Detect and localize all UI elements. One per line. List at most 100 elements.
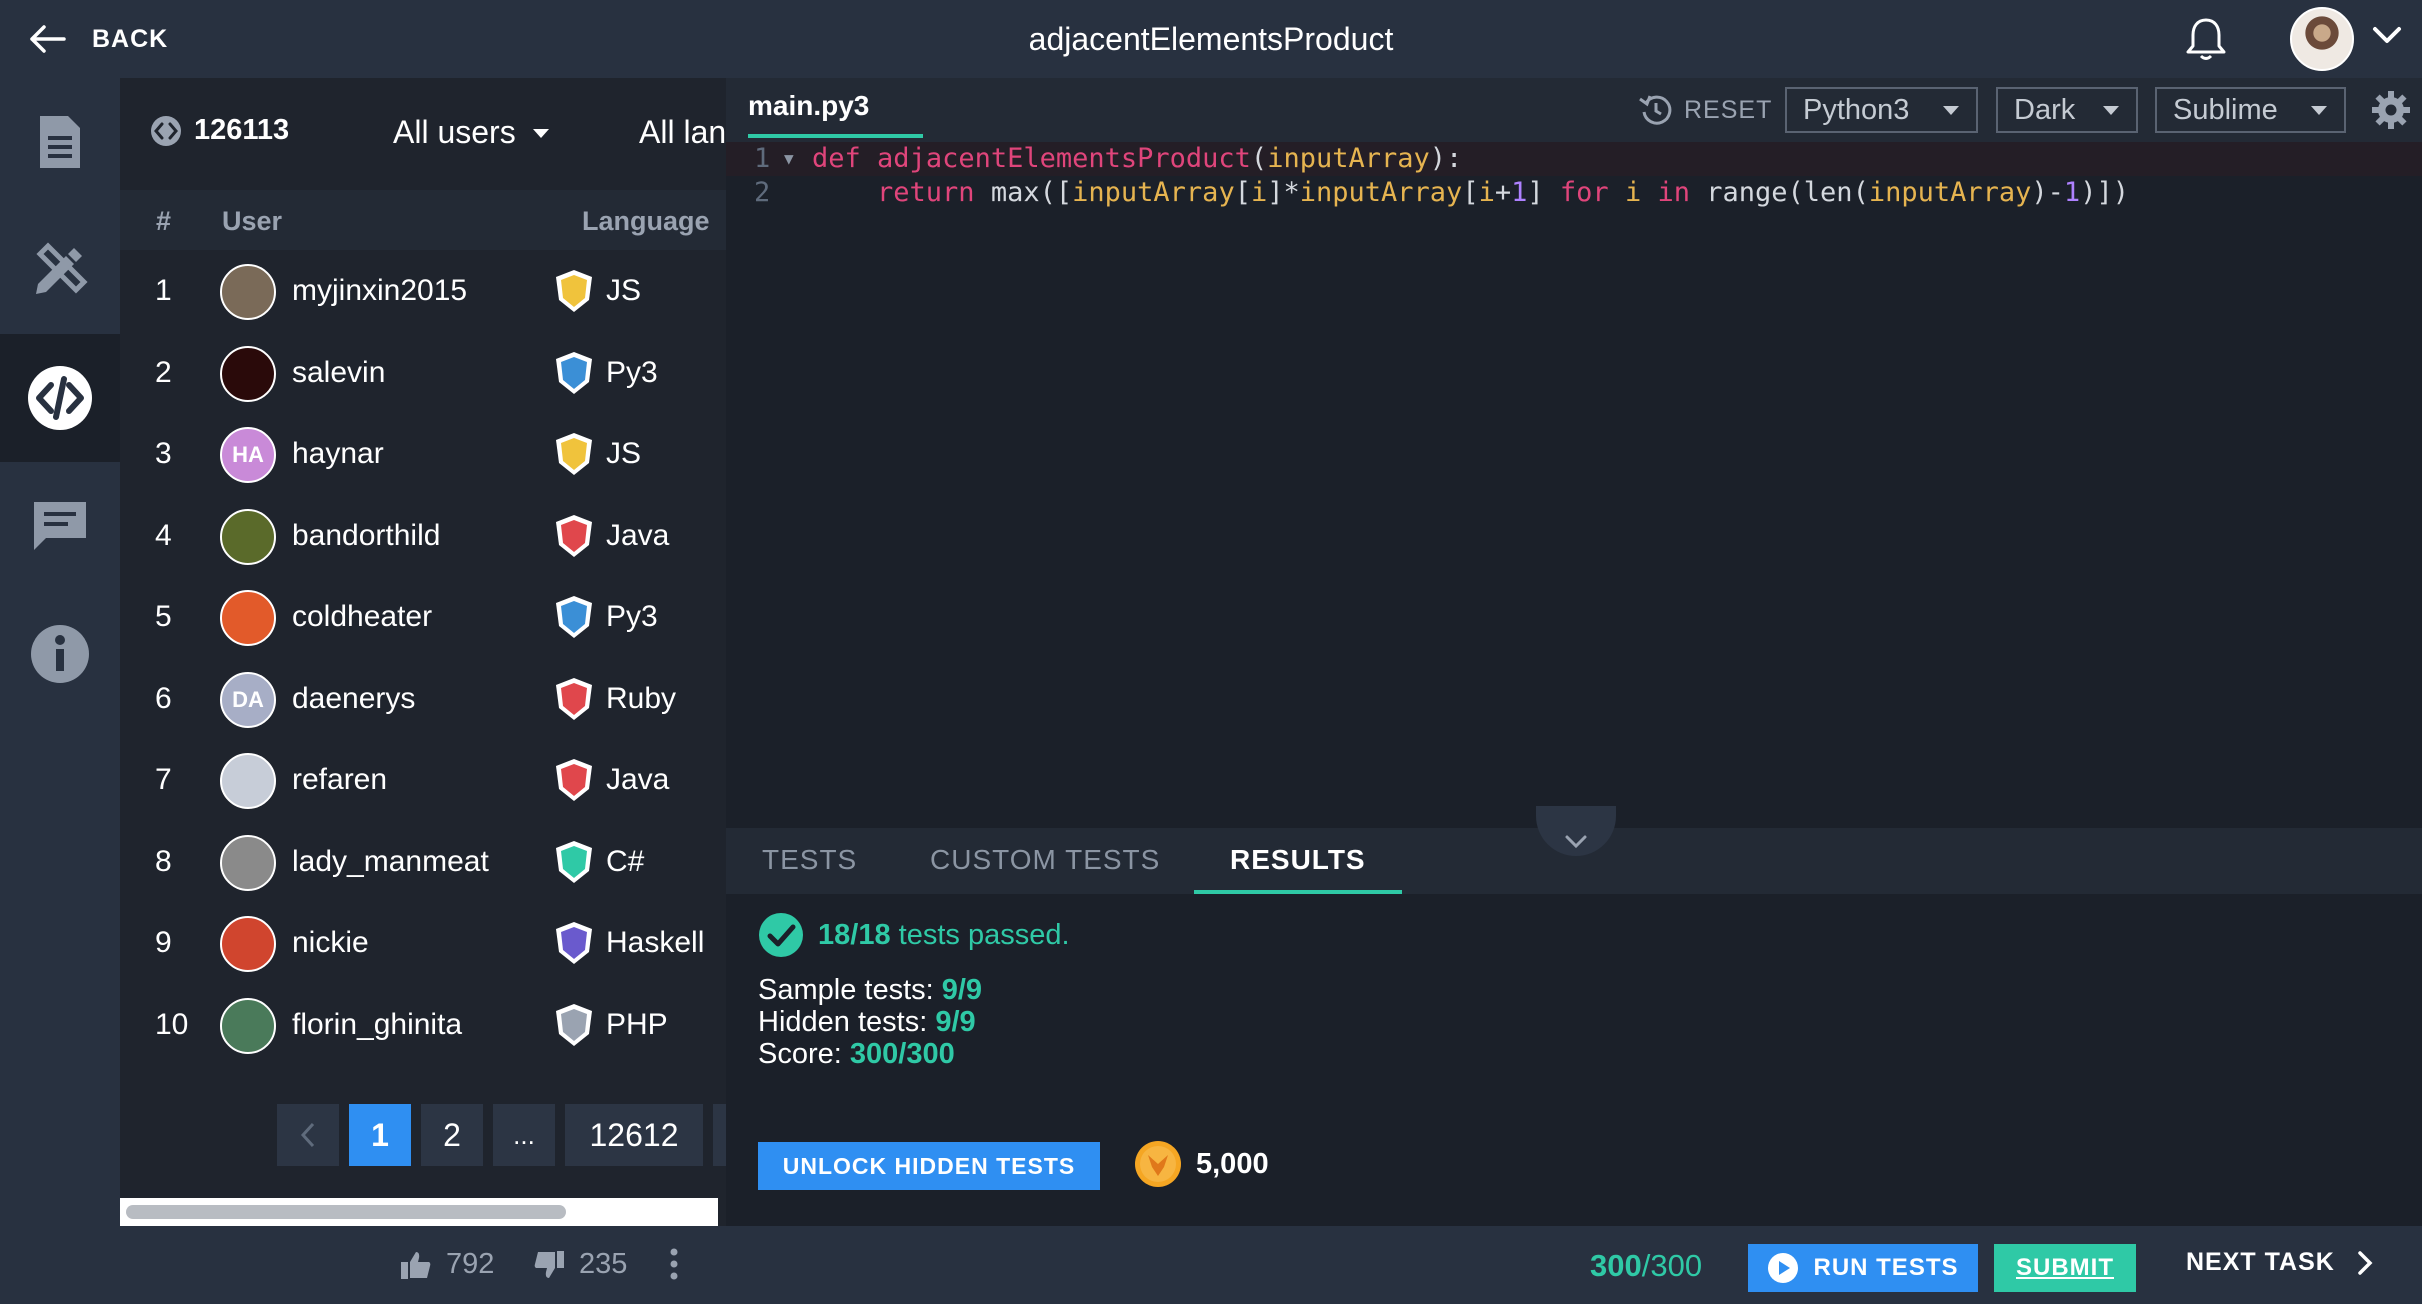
user-avatar[interactable] bbox=[220, 508, 276, 565]
user-name[interactable]: coldheater bbox=[292, 600, 432, 634]
bell-icon[interactable] bbox=[2185, 16, 2227, 67]
submit-button[interactable]: SUBMIT bbox=[1994, 1244, 2136, 1292]
leaderboard-columns: # User Language bbox=[120, 190, 726, 250]
user-name[interactable]: myjinxin2015 bbox=[292, 274, 467, 308]
user-avatar[interactable] bbox=[220, 753, 276, 809]
code-line[interactable]: 1 ▼ def adjacentElementsProduct(inputArr… bbox=[726, 142, 2422, 176]
page-title: adjacentElementsProduct bbox=[1028, 21, 1394, 57]
run-tests-label: RUN TESTS bbox=[1813, 1254, 1959, 1281]
leaderboard-row[interactable]: 5 coldheater Py3 bbox=[120, 576, 726, 660]
user-avatar[interactable] bbox=[220, 834, 276, 891]
back-button[interactable]: BACK bbox=[28, 0, 168, 78]
line-number: 2 bbox=[754, 177, 771, 208]
user-name[interactable]: refaren bbox=[292, 763, 387, 797]
user-avatar[interactable] bbox=[220, 345, 276, 402]
tab-custom-tests[interactable]: CUSTOM TESTS bbox=[930, 844, 1160, 890]
language-name: JS bbox=[606, 274, 642, 307]
user-name[interactable]: haynar bbox=[292, 437, 384, 471]
user-avatar[interactable] bbox=[220, 997, 276, 1054]
reset-icon bbox=[1639, 95, 1672, 125]
results-panel: TESTS CUSTOM TESTS RESULTS 18/18 tests p… bbox=[726, 806, 2422, 1226]
horizontal-scrollbar[interactable] bbox=[120, 1198, 718, 1226]
language-name: C# bbox=[606, 844, 645, 878]
rail-description[interactable] bbox=[0, 78, 120, 206]
settings-gear-icon[interactable] bbox=[2371, 90, 2411, 135]
rail-code[interactable] bbox=[0, 334, 120, 462]
code-area[interactable]: 1 ▼ def adjacentElementsProduct(inputArr… bbox=[726, 142, 2422, 210]
user-name[interactable]: florin_ghinita bbox=[292, 1008, 462, 1042]
languages-filter-dropdown[interactable]: All languages bbox=[639, 114, 726, 151]
leaderboard-row[interactable]: 8 lady_manmeat C# bbox=[120, 821, 726, 905]
passed-text: tests passed. bbox=[898, 918, 1070, 951]
chevron-left-icon bbox=[300, 1122, 315, 1148]
row-rank: 3 bbox=[155, 437, 172, 470]
chevron-down-icon bbox=[1565, 835, 1587, 849]
row-rank: 6 bbox=[155, 681, 172, 715]
language-badge-icon bbox=[553, 268, 595, 319]
next-page-button[interactable] bbox=[713, 1104, 726, 1166]
prev-page-button[interactable] bbox=[277, 1104, 339, 1166]
comment-icon bbox=[34, 502, 86, 550]
user-name[interactable]: nickie bbox=[292, 926, 369, 960]
collapse-panel-button[interactable] bbox=[1536, 806, 1616, 856]
score-earned: 300 bbox=[1590, 1248, 1642, 1283]
code-line[interactable]: 2 return max([inputArray[i]*inputArray[i… bbox=[726, 176, 2422, 210]
leaderboard-row[interactable]: 3 HA haynar JS bbox=[120, 413, 726, 497]
sample-tests-value: 9/9 bbox=[941, 974, 983, 1006]
page-ellipsis[interactable]: ... bbox=[493, 1104, 555, 1166]
leaderboard-row[interactable]: 2 salevin Py3 bbox=[120, 332, 726, 416]
column-rank: # bbox=[156, 206, 172, 236]
user-name[interactable]: daenerys bbox=[292, 682, 415, 716]
line-number: 1 bbox=[754, 143, 771, 174]
user-avatar[interactable] bbox=[220, 264, 276, 320]
leaderboard-row[interactable]: 4 bandorthild Java bbox=[120, 495, 726, 579]
theme-select[interactable]: Dark bbox=[1996, 87, 2138, 133]
language-select-value: Python3 bbox=[1803, 93, 1910, 126]
rail-comments[interactable] bbox=[0, 462, 120, 590]
user-name[interactable]: bandorthild bbox=[292, 519, 440, 553]
leaderboard-row[interactable]: 6 DA daenerys Ruby bbox=[120, 658, 726, 742]
fold-arrow-icon[interactable]: ▼ bbox=[784, 142, 794, 176]
page-button[interactable]: 2 bbox=[421, 1104, 483, 1166]
user-name[interactable]: lady_manmeat bbox=[292, 845, 489, 879]
rail-solutions[interactable] bbox=[0, 206, 120, 334]
arrow-left-icon bbox=[30, 25, 66, 53]
leaderboard-row[interactable]: 10 florin_ghinita PHP bbox=[120, 984, 726, 1068]
leaderboard-row[interactable]: 7 refaren Java bbox=[120, 739, 726, 823]
language-name: Py3 bbox=[606, 600, 658, 633]
users-filter-dropdown[interactable]: All users bbox=[393, 114, 550, 151]
language-select[interactable]: Python3 bbox=[1785, 87, 1978, 133]
next-task-button[interactable]: NEXT TASK bbox=[2186, 1248, 2373, 1277]
language-badge-icon bbox=[553, 431, 595, 482]
page-button[interactable]: 12612 bbox=[565, 1104, 703, 1166]
page-button[interactable]: 1 bbox=[349, 1104, 411, 1166]
user-avatar[interactable] bbox=[2290, 7, 2354, 71]
score-label: Score: bbox=[758, 1038, 842, 1070]
chevron-down-icon[interactable] bbox=[2372, 24, 2402, 51]
keymap-select[interactable]: Sublime bbox=[2155, 87, 2346, 133]
run-tests-button[interactable]: RUN TESTS bbox=[1748, 1244, 1978, 1292]
user-avatar[interactable] bbox=[220, 590, 276, 646]
user-avatar[interactable]: HA bbox=[220, 427, 276, 483]
row-rank: 2 bbox=[155, 355, 172, 389]
leaderboard-row[interactable]: 9 nickie Haskell bbox=[120, 902, 726, 986]
back-label: BACK bbox=[92, 24, 169, 53]
like-button[interactable]: 792 bbox=[400, 1248, 494, 1281]
rail-info[interactable] bbox=[0, 590, 120, 718]
more-options-button[interactable] bbox=[670, 1248, 678, 1280]
tab-tests[interactable]: TESTS bbox=[762, 844, 857, 890]
tab-results[interactable]: RESULTS bbox=[1194, 844, 1402, 894]
leaderboard-row[interactable]: 1 myjinxin2015 JS bbox=[120, 250, 726, 334]
unlock-hidden-tests-button[interactable]: UNLOCK HIDDEN TESTS bbox=[758, 1142, 1100, 1190]
user-avatar[interactable] bbox=[220, 916, 276, 972]
language-badge-icon bbox=[553, 350, 595, 401]
code-editor: main.py3 RESET Python3 Dark Sublime 1 ▼ … bbox=[726, 78, 2422, 828]
dislike-button[interactable]: 235 bbox=[533, 1248, 627, 1281]
side-rail bbox=[0, 78, 120, 1226]
file-tab[interactable]: main.py3 bbox=[748, 90, 923, 138]
user-name[interactable]: salevin bbox=[292, 356, 385, 390]
reset-button[interactable]: RESET bbox=[1638, 92, 1772, 128]
user-avatar[interactable]: DA bbox=[220, 671, 276, 728]
caret-down-icon bbox=[2311, 106, 2327, 115]
scrollbar-thumb[interactable] bbox=[126, 1205, 566, 1219]
